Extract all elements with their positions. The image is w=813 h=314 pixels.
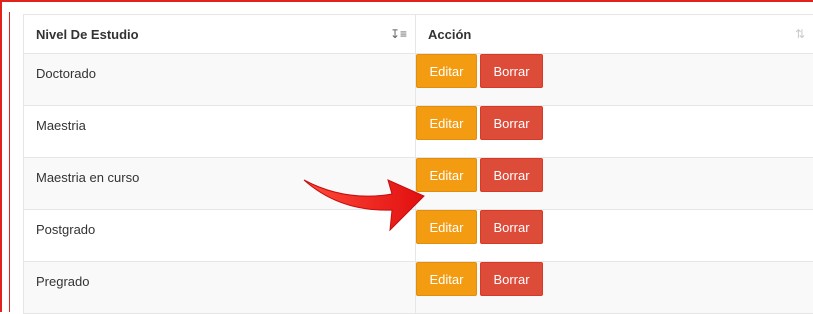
level-name: Maestria en curso bbox=[24, 158, 415, 185]
sort-amount-down-icon[interactable]: ↧≡ bbox=[390, 27, 407, 41]
delete-button[interactable]: Borrar bbox=[480, 210, 543, 244]
edit-button[interactable]: Editar bbox=[416, 210, 477, 244]
edit-button[interactable]: Editar bbox=[416, 54, 477, 88]
table-row: Maestria EditarBorrar bbox=[24, 106, 813, 158]
column-header-action[interactable]: Acción ⇅ bbox=[416, 15, 813, 54]
table-row: Maestria en curso EditarBorrar bbox=[24, 158, 813, 210]
level-name: Postgrado bbox=[24, 210, 415, 237]
table-row: Pregrado EditarBorrar bbox=[24, 262, 813, 314]
cell-level: Maestria en curso bbox=[24, 158, 416, 210]
level-name: Maestria bbox=[24, 106, 415, 133]
cell-actions: EditarBorrar bbox=[416, 158, 813, 210]
table-row: Postgrado EditarBorrar bbox=[24, 210, 813, 262]
level-name: Pregrado bbox=[24, 262, 415, 289]
cell-actions: EditarBorrar bbox=[416, 262, 813, 314]
table-row: Doctorado EditarBorrar bbox=[24, 54, 813, 106]
delete-button[interactable]: Borrar bbox=[480, 158, 543, 192]
delete-button[interactable]: Borrar bbox=[480, 262, 543, 296]
edit-button[interactable]: Editar bbox=[416, 158, 477, 192]
cell-level: Maestria bbox=[24, 106, 416, 158]
table-header-row: Nivel De Estudio ↧≡ Acción ⇅ bbox=[24, 15, 813, 54]
cell-actions: EditarBorrar bbox=[416, 210, 813, 262]
edit-button[interactable]: Editar bbox=[416, 106, 477, 140]
education-level-table: Nivel De Estudio ↧≡ Acción ⇅ Doctorado E… bbox=[23, 14, 813, 314]
delete-button[interactable]: Borrar bbox=[480, 54, 543, 88]
column-header-level-label: Nivel De Estudio bbox=[24, 27, 139, 42]
frame-inner-line bbox=[9, 12, 10, 312]
cell-level: Doctorado bbox=[24, 54, 416, 106]
column-header-level[interactable]: Nivel De Estudio ↧≡ bbox=[24, 15, 416, 54]
cell-level: Pregrado bbox=[24, 262, 416, 314]
cell-actions: EditarBorrar bbox=[416, 106, 813, 158]
cell-actions: EditarBorrar bbox=[416, 54, 813, 106]
delete-button[interactable]: Borrar bbox=[480, 106, 543, 140]
cell-level: Postgrado bbox=[24, 210, 416, 262]
level-name: Doctorado bbox=[24, 54, 415, 81]
edit-button[interactable]: Editar bbox=[416, 262, 477, 296]
column-header-action-label: Acción bbox=[416, 27, 471, 42]
sort-icon[interactable]: ⇅ bbox=[795, 27, 805, 41]
